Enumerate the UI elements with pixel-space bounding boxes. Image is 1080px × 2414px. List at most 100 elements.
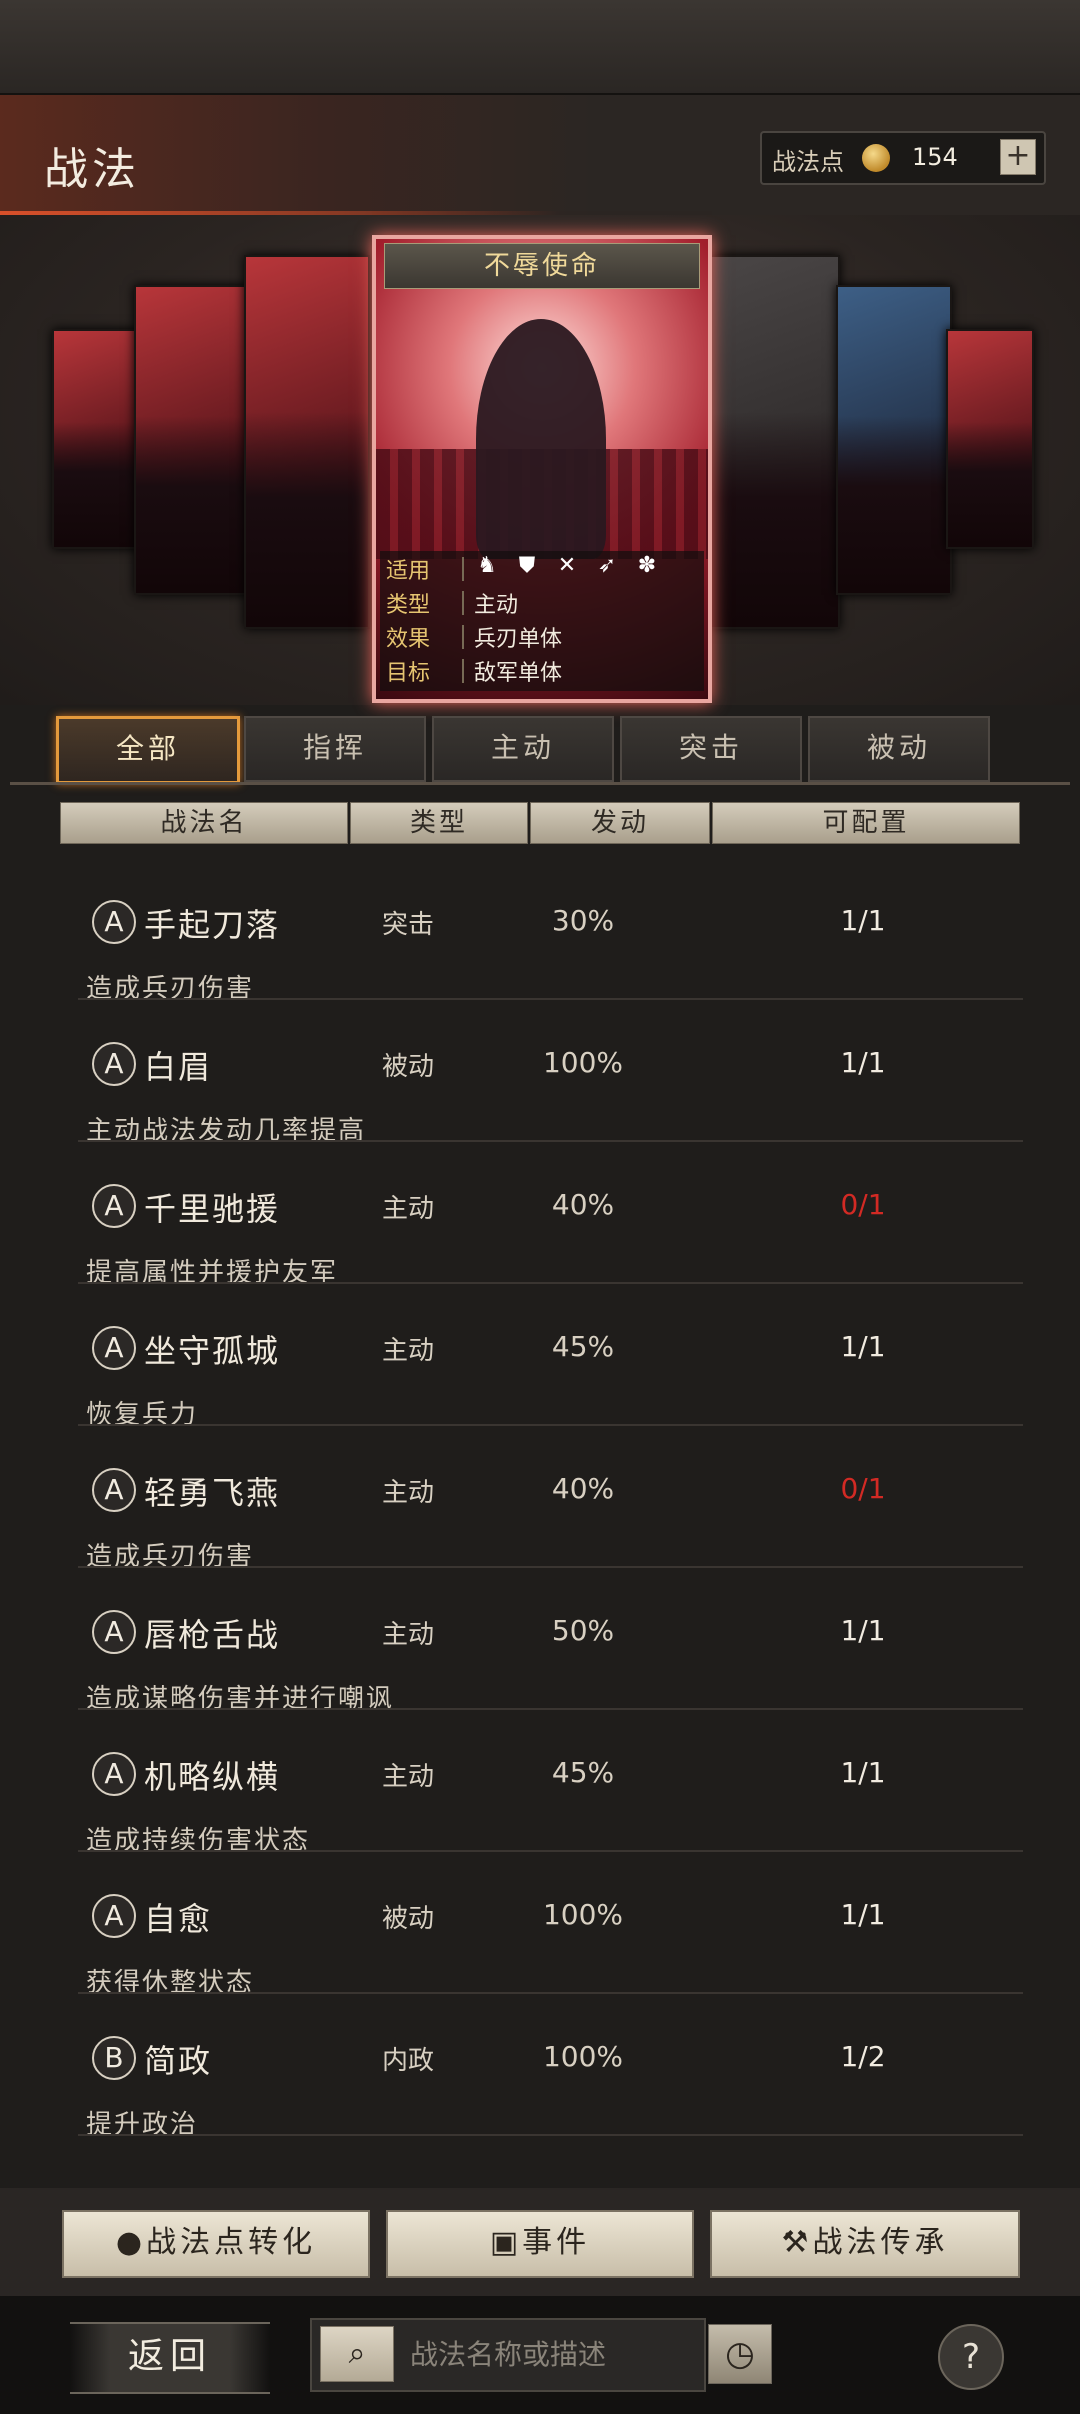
bow-icon: ✕ (557, 553, 577, 578)
info-key: 效果 (386, 627, 431, 652)
carousel-card[interactable] (708, 255, 840, 629)
skill-rate: 40% (551, 1472, 615, 1505)
carousel-card[interactable] (134, 285, 250, 595)
skill-row[interactable]: A 唇枪舌战 主动 50% 1/1 造成谋略伤害并进行嘲讽 (38, 1568, 1043, 1714)
column-header-configurable[interactable]: 可配置 (712, 802, 1020, 844)
carousel-card[interactable] (244, 255, 370, 629)
skill-config: 1/1 (840, 1046, 886, 1079)
tab-all[interactable]: 全部 (56, 716, 240, 784)
carousel-card[interactable] (946, 329, 1034, 549)
card-art-general (476, 319, 606, 559)
tab-command[interactable]: 指挥 (244, 716, 426, 782)
column-header-rate[interactable]: 发动 (530, 802, 710, 844)
flame-icon: ● (115, 2225, 147, 2260)
skill-rate: 40% (551, 1188, 615, 1221)
skill-type: 主动 (381, 1620, 434, 1650)
skill-rate: 45% (551, 1756, 615, 1789)
skill-row[interactable]: A 白眉 被动 100% 1/1 主动战法发动几率提高 (38, 1000, 1043, 1146)
help-button[interactable]: ? (938, 2324, 1004, 2390)
info-key: 类型 (386, 593, 431, 618)
skill-row[interactable]: A 千里驰援 主动 40% 0/1 提高属性并援护友军 (38, 1142, 1043, 1288)
carousel-card[interactable] (836, 285, 952, 595)
wheel-icon: ✽ (637, 553, 657, 578)
add-points-button[interactable]: + (1000, 139, 1036, 175)
skill-rate: 45% (551, 1330, 615, 1363)
filter-tabs: 全部 指挥 主动 突击 被动 (50, 716, 1050, 784)
featured-skill-banner: 不辱使命 (384, 243, 700, 289)
search-input[interactable] (408, 2328, 702, 2380)
skill-rate: 50% (551, 1614, 615, 1647)
search-box: ⌕ (310, 2318, 706, 2392)
convert-points-button[interactable]: ●战法点转化 (62, 2210, 370, 2278)
top-decoration (0, 0, 1080, 95)
skill-config: 1/2 (840, 2040, 886, 2073)
skill-config: 0/1 (840, 1472, 886, 1505)
featured-skill-name: 不辱使命 (483, 251, 600, 281)
tab-assault[interactable]: 突击 (620, 716, 802, 782)
skill-name: 千里驰援 (144, 1190, 281, 1228)
skill-row[interactable]: A 自愈 被动 100% 1/1 获得休整状态 (38, 1852, 1043, 1998)
skill-config: 1/1 (840, 1330, 886, 1363)
skill-name: 白眉 (144, 1048, 213, 1086)
grade-badge: A (92, 1042, 136, 1086)
skill-row[interactable]: A 坐守孤城 主动 45% 1/1 恢复兵力 (38, 1284, 1043, 1430)
grade-badge: A (92, 1184, 136, 1228)
tactic-points-box: 战法点 154 + (760, 131, 1046, 185)
grade-badge: A (92, 1610, 136, 1654)
skill-name: 轻勇飞燕 (144, 1474, 281, 1512)
column-header-type[interactable]: 类型 (350, 802, 528, 844)
skill-carousel[interactable]: 不辱使命 适用 ♞ ⛊ ✕ ➶ ✽ 类型 主动 效果 兵刃单体 目标 敌军单体 (0, 215, 1080, 705)
tactic-points-value: 154 (912, 143, 958, 171)
grade-badge: A (92, 1894, 136, 1938)
skill-type: 主动 (381, 1762, 434, 1792)
spear-icon: ➶ (597, 553, 617, 578)
skill-row[interactable]: A 手起刀落 突击 30% 1/1 造成兵刃伤害 (38, 858, 1043, 1004)
grade-badge: A (92, 1468, 136, 1512)
grade-badge: A (92, 900, 136, 944)
shield-icon: ⛊ (518, 553, 536, 578)
skill-config: 1/1 (840, 1756, 886, 1789)
tab-active[interactable]: 主动 (432, 716, 614, 782)
skill-type: 被动 (381, 1904, 434, 1934)
skill-list[interactable]: A 手起刀落 突击 30% 1/1 造成兵刃伤害 A 白眉 被动 100% 1/… (38, 858, 1043, 2188)
event-icon: ▣ (489, 2225, 523, 2260)
skill-name: 自愈 (144, 1900, 213, 1938)
skill-type: 内政 (381, 2046, 434, 2076)
skill-row[interactable]: B 简政 内政 100% 1/2 提升政治 (38, 1994, 1043, 2140)
info-value: 敌军单体 (474, 661, 563, 686)
grade-badge: A (92, 1752, 136, 1796)
skill-rate: 100% (542, 2040, 624, 2073)
events-button[interactable]: ▣事件 (386, 2210, 694, 2278)
back-button[interactable]: 返回 (70, 2322, 270, 2394)
skill-type: 主动 (381, 1336, 434, 1366)
featured-skill-card[interactable]: 不辱使命 适用 ♞ ⛊ ✕ ➶ ✽ 类型 主动 效果 兵刃单体 目标 敌军单体 (372, 235, 712, 703)
skill-name: 简政 (144, 2042, 213, 2080)
skill-type: 主动 (381, 1194, 434, 1224)
bottom-nav: 返回 ⌕ ◷ ? (0, 2296, 1080, 2414)
skill-rate: 100% (542, 1898, 624, 1931)
grade-badge: B (92, 2036, 136, 2080)
carousel-card[interactable] (52, 329, 142, 549)
column-header-name[interactable]: 战法名 (60, 802, 348, 844)
grade-badge: A (92, 1326, 136, 1370)
history-clock-icon[interactable]: ◷ (708, 2324, 772, 2384)
header: 战法 战法点 154 + (0, 95, 1080, 215)
applicable-icons: ♞ ⛊ ✕ ➶ ✽ (474, 553, 674, 579)
skill-type: 主动 (381, 1478, 434, 1508)
tactic-points-label: 战法点 (772, 148, 844, 176)
skill-name: 坐守孤城 (144, 1332, 281, 1370)
search-icon[interactable]: ⌕ (320, 2326, 394, 2382)
hammer-icon: ⚒ (781, 2225, 813, 2260)
skill-type: 被动 (381, 1052, 434, 1082)
tab-passive[interactable]: 被动 (808, 716, 990, 782)
skill-row[interactable]: A 轻勇飞燕 主动 40% 0/1 造成兵刃伤害 (38, 1426, 1043, 1572)
skill-rate: 100% (542, 1046, 624, 1079)
info-value: 兵刃单体 (474, 627, 563, 652)
page-title: 战法 (44, 144, 140, 195)
skill-name: 机略纵横 (144, 1758, 281, 1796)
skill-name: 唇枪舌战 (144, 1616, 281, 1654)
skill-row[interactable]: A 机略纵横 主动 45% 1/1 造成持续伤害状态 (38, 1710, 1043, 1856)
info-value: 主动 (474, 593, 519, 618)
inherit-button[interactable]: ⚒战法传承 (710, 2210, 1020, 2278)
skill-type: 突击 (381, 910, 434, 940)
